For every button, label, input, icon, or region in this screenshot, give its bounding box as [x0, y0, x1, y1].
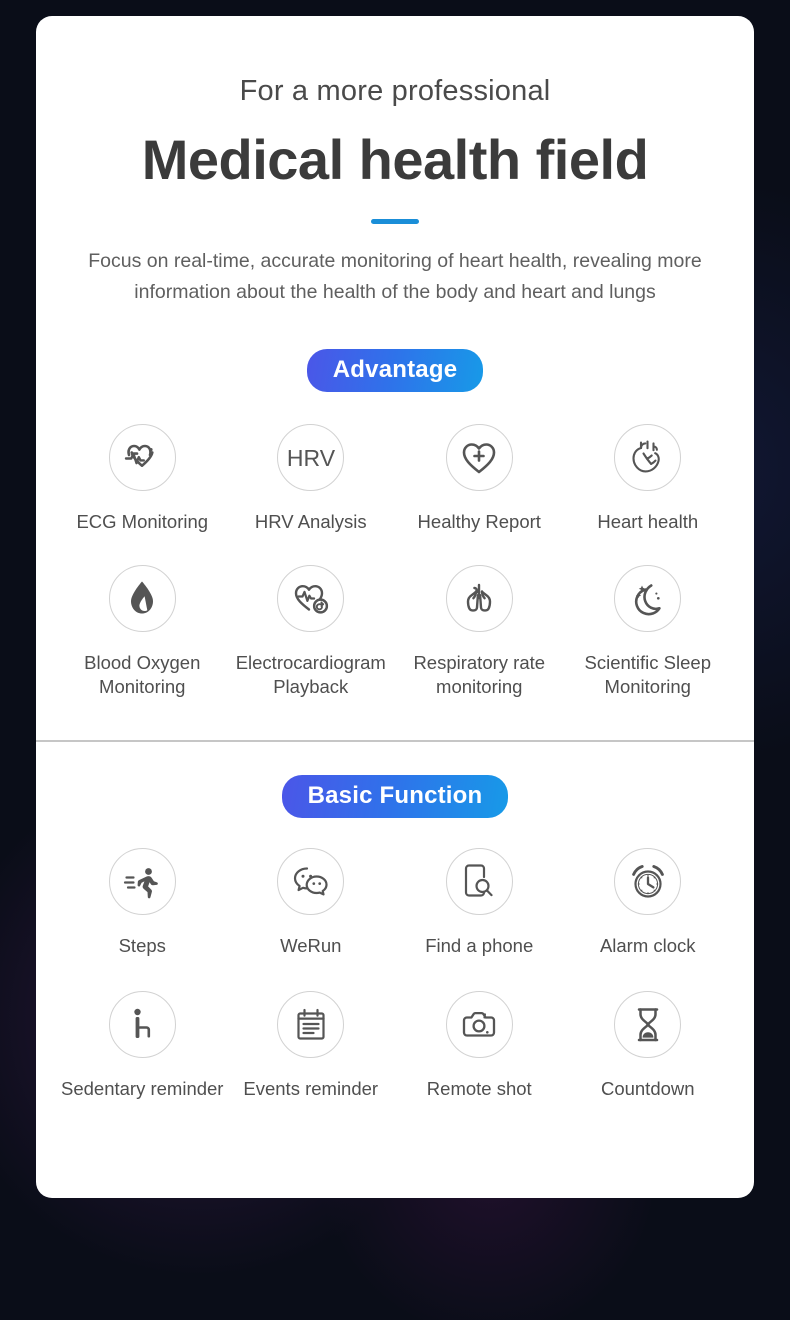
chat-bubbles-icon	[277, 848, 345, 916]
feature-label: WeRun	[280, 935, 342, 957]
feature-label: Sedentary reminder	[61, 1078, 224, 1100]
phone-search-icon	[445, 848, 513, 916]
running-person-icon	[108, 848, 176, 916]
hourglass-icon	[614, 991, 682, 1059]
anatomical-heart-icon	[614, 424, 682, 492]
lungs-icon	[445, 564, 513, 632]
notepad-icon	[277, 991, 345, 1059]
feature-item[interactable]: Scientific Sleep Monitoring	[564, 564, 733, 700]
feature-label: Healthy Report	[417, 511, 541, 533]
feature-item[interactable]: Steps	[58, 848, 227, 959]
advantage-badge-row: Advantage	[36, 348, 754, 393]
eyebrow-text: For a more professional	[239, 75, 551, 107]
feature-item[interactable]: Alarm clock	[564, 848, 733, 959]
feature-label: Alarm clock	[599, 935, 696, 957]
feature-item[interactable]: HRV HRV Analysis	[227, 424, 396, 535]
feature-label: Remote shot	[426, 1078, 532, 1100]
feature-label: ECG Monitoring	[76, 511, 209, 533]
feature-item[interactable]: WeRun	[227, 848, 396, 959]
feature-item[interactable]: Countdown	[564, 991, 733, 1102]
feature-label: Respiratory rate monitoring	[413, 651, 546, 698]
page-title: Medical health field	[141, 127, 649, 191]
feature-label: Heart health	[597, 511, 699, 533]
section-badge-basic-function: Basic Function	[281, 775, 509, 819]
section-divider	[36, 740, 754, 743]
sitting-person-icon	[108, 991, 176, 1059]
feature-item[interactable]: Respiratory rate monitoring	[395, 564, 564, 700]
camera-icon	[445, 991, 513, 1059]
feature-label: Electrocardiogram Playback	[235, 651, 386, 698]
feature-item[interactable]: Heart health	[564, 424, 733, 535]
accent-divider-bar	[371, 218, 419, 224]
feature-label: Blood Oxygen Monitoring	[84, 651, 201, 698]
basic-function-feature-grid: Steps WeRun Find a phone Alarm clock Sed…	[36, 848, 754, 1101]
feature-label: Scientific Sleep Monitoring	[584, 651, 711, 698]
blood-drop-icon	[108, 564, 176, 632]
subtitle-text: Focus on real-time, accurate monitoring …	[88, 249, 702, 303]
moon-stars-icon	[614, 564, 682, 632]
heart-waveform-replay-icon	[277, 564, 345, 632]
alarm-clock-icon	[614, 848, 682, 916]
hrv-text-icon: HRV	[277, 424, 345, 492]
heart-plus-icon	[445, 424, 513, 492]
feature-label: HRV Analysis	[254, 511, 367, 533]
feature-item[interactable]: Healthy Report	[395, 424, 564, 535]
section-badge-advantage: Advantage	[306, 348, 484, 393]
heart-ecg-icon	[108, 424, 176, 492]
svg-text:HRV: HRV	[287, 445, 336, 471]
advantage-feature-grid: ECG Monitoring HRV HRV Analysis Healthy Re…	[36, 424, 754, 700]
feature-item[interactable]: Remote shot	[395, 991, 564, 1102]
feature-item[interactable]: Events reminder	[227, 991, 396, 1102]
feature-item[interactable]: Electrocardiogram Playback	[227, 564, 396, 700]
feature-item[interactable]: ECG Monitoring	[58, 424, 227, 535]
feature-label: Steps	[118, 935, 166, 957]
product-feature-card: For a more professional Medical health f…	[36, 16, 754, 1198]
header-block: For a more professional Medical health f…	[36, 16, 754, 308]
feature-label: Countdown	[600, 1078, 695, 1100]
feature-item[interactable]: Blood Oxygen Monitoring	[58, 564, 227, 700]
feature-label: Events reminder	[243, 1078, 379, 1100]
feature-label: Find a phone	[425, 935, 534, 957]
feature-item[interactable]: Find a phone	[395, 848, 564, 959]
basic-function-badge-row: Basic Function	[36, 775, 754, 819]
feature-item[interactable]: Sedentary reminder	[58, 991, 227, 1102]
